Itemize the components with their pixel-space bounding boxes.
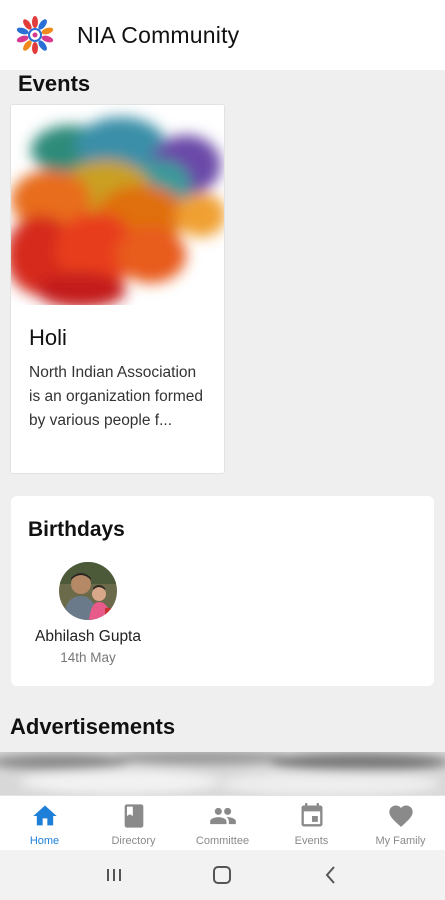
nav-directory-label: Directory [111,835,156,847]
birthday-person-name: Abhilash Gupta [35,628,141,645]
birthdays-card: Birthdays Abhilash Gupta 14th May [11,496,434,686]
home-button-icon[interactable] [210,863,234,887]
people-icon [209,807,236,825]
book-icon [124,804,143,828]
birthdays-section-title: Birthdays [28,518,125,541]
events-section-title: Events [18,71,91,96]
bottom-navigation: Home Directory Committee Events My Famil… [0,795,445,850]
nav-committee[interactable]: Committee [178,796,267,850]
nav-events-label: Events [294,835,329,847]
home-icon [32,805,57,826]
birthday-date: 14th May [60,650,116,665]
nav-directory[interactable]: Directory [89,796,178,850]
app-title: NIA Community [77,21,240,48]
nav-committee-label: Committee [195,835,250,847]
advertisements-section-title: Advertisements [10,714,176,739]
birthday-person[interactable]: Abhilash Gupta 14th May [28,562,148,665]
avatar [59,562,117,620]
nav-my-family[interactable]: My Family [356,796,445,850]
event-title: Holi [29,325,67,350]
system-navigation-bar [0,850,445,900]
event-card[interactable]: Holi North Indian Association is an orga… [10,104,225,474]
back-icon[interactable] [319,863,343,887]
recent-apps-icon[interactable] [102,863,126,887]
app-bar: NIA Community [0,0,445,70]
event-description: North Indian Association is an organizat… [29,364,204,429]
advertisement-banner-image[interactable] [0,752,445,796]
heart-icon [388,805,413,827]
nav-events[interactable]: Events [267,796,356,850]
nav-home-label: Home [29,835,60,847]
event-image-colour-smoke [11,105,224,305]
calendar-icon [301,803,322,827]
nav-my-family-label: My Family [375,835,426,847]
nav-home[interactable]: Home [0,796,89,850]
nia-logo-icon [16,16,54,54]
